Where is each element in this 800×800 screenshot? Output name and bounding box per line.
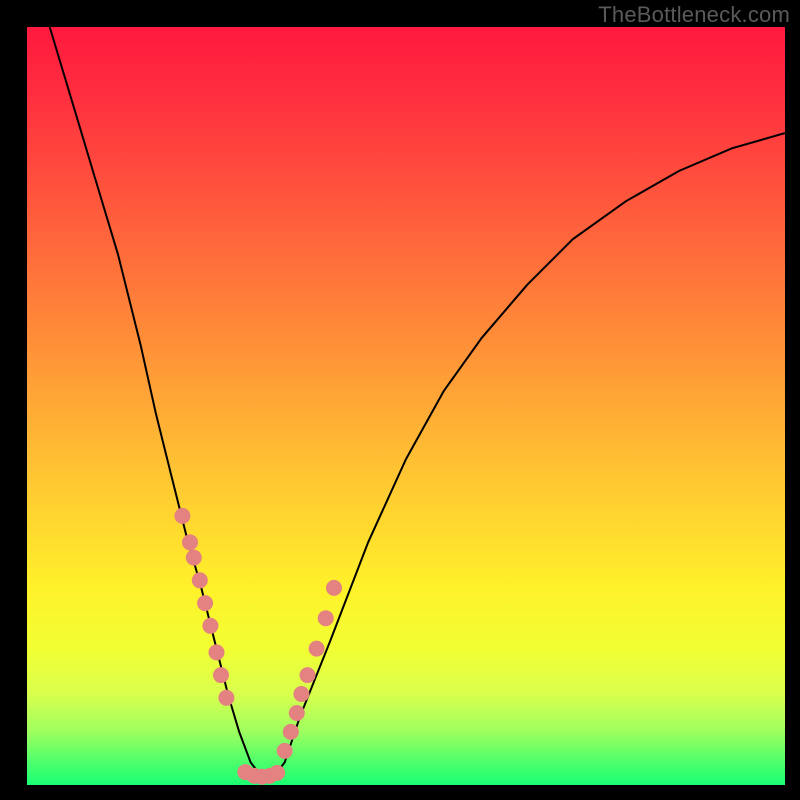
scatter-dot: [283, 724, 299, 740]
scatter-dot: [218, 690, 234, 706]
scatter-dot: [186, 550, 202, 566]
scatter-dot: [174, 508, 190, 524]
scatter-dot: [289, 705, 305, 721]
scatter-dot: [213, 667, 229, 683]
scatter-dot: [192, 572, 208, 588]
chart-frame: TheBottleneck.com: [0, 0, 800, 800]
scatter-dot: [209, 644, 225, 660]
watermark-text: TheBottleneck.com: [598, 2, 790, 28]
scatter-dot: [269, 765, 285, 781]
bottleneck-curve: [50, 27, 785, 777]
scatter-dot: [318, 610, 334, 626]
scatter-dot: [202, 618, 218, 634]
scatter-dot: [277, 743, 293, 759]
scatter-dot: [300, 667, 316, 683]
scatter-dot: [182, 534, 198, 550]
curve-layer: [27, 27, 785, 785]
scatter-dot: [309, 641, 325, 657]
scatter-dot: [293, 686, 309, 702]
scatter-dot: [197, 595, 213, 611]
plot-area: [27, 27, 785, 785]
scatter-dots: [174, 508, 342, 785]
scatter-dot: [326, 580, 342, 596]
